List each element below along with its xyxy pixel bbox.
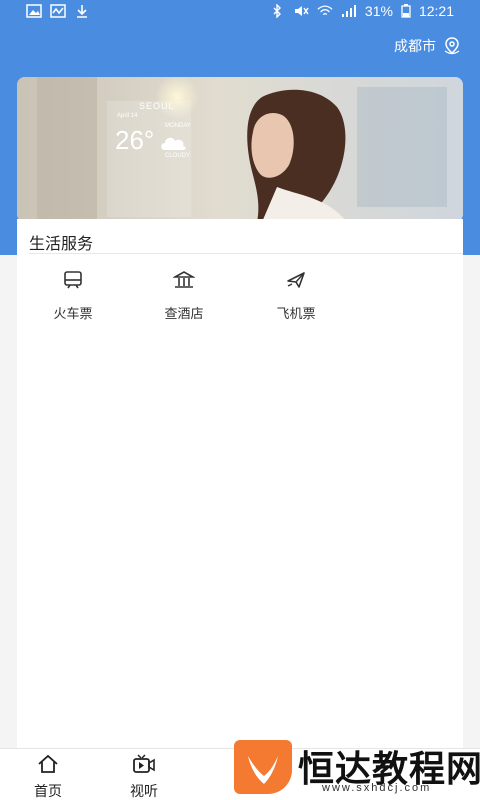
hotel-icon	[173, 271, 195, 288]
battery-percent: 31%	[364, 3, 393, 19]
video-icon	[133, 754, 155, 773]
status-bar: 31% 12:21	[0, 0, 480, 24]
watermark-logo	[234, 740, 292, 794]
tab-home[interactable]: 首页	[18, 753, 78, 800]
service-flights[interactable]: 飞机票	[251, 269, 341, 322]
signal-icon	[341, 5, 356, 17]
plane-icon	[287, 272, 305, 288]
watermark: 恒达教程网 www.sxhdcj.com	[232, 738, 480, 800]
train-icon	[64, 271, 82, 289]
service-hotels[interactable]: 查酒店	[139, 269, 229, 322]
life-services-card: 生活服务 火车票 查酒店 飞机票	[17, 219, 463, 759]
weather-day: MONDAY	[165, 123, 191, 129]
service-label: 飞机票	[276, 306, 316, 321]
banner-image	[17, 77, 463, 222]
weather-condition: CLOUDY	[165, 153, 191, 159]
weather-date: April 14	[117, 113, 138, 119]
image-icon	[26, 4, 42, 18]
bluetooth-icon	[273, 4, 281, 18]
section-title: 生活服务	[29, 236, 94, 253]
mute-icon	[294, 6, 309, 16]
wifi-icon	[317, 5, 333, 16]
location-selector[interactable]: 成都市	[394, 36, 462, 56]
cloud-icon	[161, 137, 186, 150]
battery-icon	[401, 4, 411, 18]
clock: 12:21	[418, 3, 454, 19]
banner-carousel[interactable]: SEOUL April 14 MONDAY 26° CLOUDY	[17, 77, 463, 222]
tab-label: 视听	[130, 783, 158, 799]
weather-city: SEOUL	[139, 101, 175, 111]
activity-icon	[50, 4, 66, 18]
weather-temperature: 26°	[115, 125, 155, 155]
service-label: 查酒店	[164, 306, 204, 321]
service-train-tickets[interactable]: 火车票	[28, 269, 118, 322]
service-label: 火车票	[53, 306, 93, 321]
tab-label: 首页	[34, 783, 62, 799]
download-icon	[77, 5, 87, 18]
home-icon	[38, 754, 58, 773]
watermark-url: www.sxhdcj.com	[322, 782, 432, 794]
map-pin-icon	[444, 37, 460, 55]
tab-video[interactable]: 视听	[114, 753, 174, 800]
divider	[29, 253, 463, 254]
location-label: 成都市	[394, 38, 436, 54]
